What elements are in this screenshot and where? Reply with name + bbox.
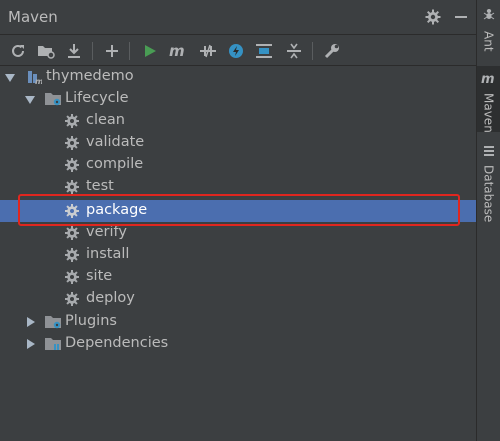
gear-icon — [64, 113, 80, 129]
plugins-label: Plugins — [65, 313, 117, 329]
maven-project-icon: m — [26, 69, 43, 86]
gear-icon — [64, 157, 80, 173]
gear-icon — [64, 247, 80, 263]
tree-node-project[interactable]: m thymedemo — [0, 66, 476, 88]
settings-wrench-icon[interactable] — [320, 39, 344, 63]
project-label: thymedemo — [46, 68, 134, 84]
goal-label: test — [86, 178, 114, 194]
toggle-offline-icon[interactable] — [196, 39, 220, 63]
gear-icon — [64, 225, 80, 241]
goal-deploy[interactable]: deploy — [0, 288, 476, 310]
gear-icon — [64, 291, 80, 307]
tree-node-dependencies[interactable]: Dependencies — [0, 333, 476, 355]
add-folder-icon[interactable] — [34, 39, 58, 63]
tree-node-lifecycle[interactable]: Lifecycle — [0, 88, 476, 110]
annotation-highlight-box — [18, 194, 460, 226]
maven-toolbar: m — [0, 36, 476, 66]
download-icon[interactable] — [62, 39, 86, 63]
toolbar-separator — [129, 42, 130, 60]
goal-label: verify — [86, 224, 127, 240]
maven-project-tree: m thymedemo Lifecycle clean validate com… — [0, 66, 476, 441]
skip-tests-icon[interactable] — [224, 39, 248, 63]
database-icon — [483, 142, 495, 161]
folder-gear-icon — [44, 91, 61, 107]
collapsed-arrow-icon[interactable] — [27, 317, 35, 327]
dependencies-label: Dependencies — [65, 335, 169, 351]
tool-window-title: Maven — [8, 8, 58, 26]
run-icon[interactable] — [138, 39, 162, 63]
gear-icon — [64, 269, 80, 285]
maven-tool-window: Maven m thymedemo Lifecycle clean valida… — [0, 0, 476, 441]
svg-text:m: m — [35, 77, 42, 85]
tab-database-label: Database — [481, 165, 496, 223]
right-tool-strip: Ant m Maven Database — [476, 0, 500, 441]
tab-database[interactable]: Database — [477, 138, 500, 228]
maven-goal-icon[interactable]: m — [166, 39, 190, 63]
folder-dependencies-icon — [44, 336, 61, 352]
toolbar-separator — [312, 42, 313, 60]
goal-label: clean — [86, 112, 125, 128]
tool-window-header: Maven — [0, 0, 476, 35]
goal-compile[interactable]: compile — [0, 154, 476, 176]
tree-node-plugins[interactable]: Plugins — [0, 311, 476, 333]
goal-validate[interactable]: validate — [0, 132, 476, 154]
tab-ant-label: Ant — [481, 31, 496, 52]
tab-maven-label: Maven — [481, 93, 496, 133]
collapse-all-icon[interactable] — [282, 39, 306, 63]
svg-text:m: m — [169, 43, 185, 59]
gear-icon — [64, 135, 80, 151]
svg-text:m: m — [481, 72, 495, 85]
tab-maven[interactable]: m Maven — [477, 66, 500, 133]
collapsed-arrow-icon[interactable] — [27, 339, 35, 349]
goal-label: install — [86, 246, 130, 262]
goal-label: validate — [86, 134, 145, 150]
goal-label: compile — [86, 156, 144, 172]
reload-icon[interactable] — [6, 39, 30, 63]
minimize-icon[interactable] — [451, 7, 471, 27]
gear-icon[interactable] — [423, 7, 443, 27]
goal-install[interactable]: install — [0, 244, 476, 266]
goal-label: site — [86, 268, 113, 284]
folder-plugin-icon — [44, 314, 61, 330]
goal-site[interactable]: site — [0, 266, 476, 288]
goal-clean[interactable]: clean — [0, 110, 476, 132]
toolbar-separator — [92, 42, 93, 60]
lifecycle-label: Lifecycle — [65, 90, 129, 106]
expand-arrow-icon[interactable] — [5, 74, 15, 82]
add-icon[interactable] — [100, 39, 124, 63]
maven-icon: m — [481, 70, 497, 89]
ant-icon — [482, 6, 496, 25]
show-dependencies-icon[interactable] — [252, 39, 276, 63]
goal-label: deploy — [86, 290, 135, 306]
expand-arrow-icon[interactable] — [25, 96, 35, 104]
gear-icon — [64, 179, 80, 195]
tab-ant[interactable]: Ant — [477, 4, 500, 62]
